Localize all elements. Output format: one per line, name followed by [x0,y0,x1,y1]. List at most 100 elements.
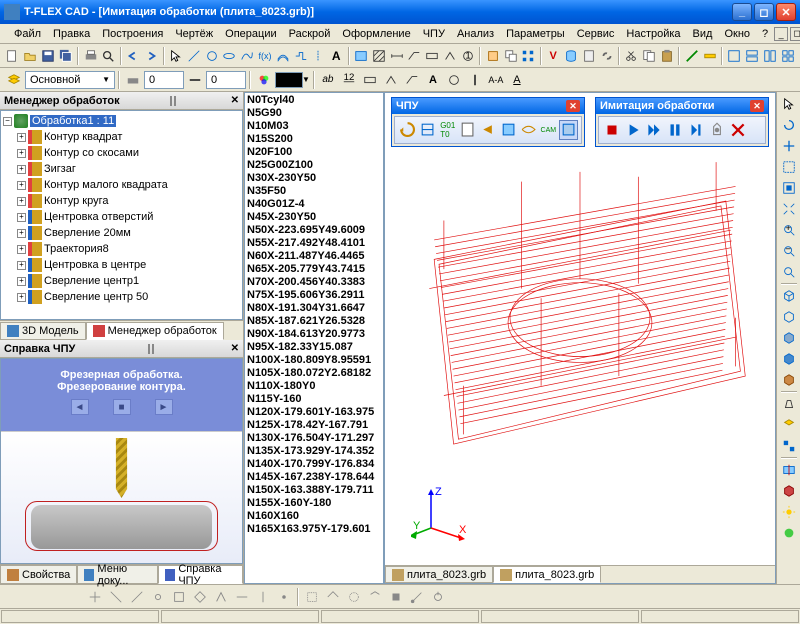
gcode-line[interactable]: N135X-173.929Y-174.352 [247,445,381,458]
st-2[interactable] [106,587,126,607]
gcode-line[interactable]: N40G01Z-4 [247,198,381,211]
gcode-line[interactable]: N145X-167.238Y-178.644 [247,471,381,484]
gcode-line[interactable]: N155X-160Y-180 [247,497,381,510]
tree-item[interactable]: +Центровка отверстий [3,209,240,225]
tree-item[interactable]: +Центровка в центре [3,257,240,273]
cnc-btn-5[interactable] [478,120,497,140]
link-button[interactable] [598,46,615,66]
expand-icon[interactable]: + [17,245,26,254]
expand-icon[interactable]: + [17,165,26,174]
note-button[interactable] [406,46,423,66]
tab-docmenu[interactable]: Меню доку... [77,565,158,584]
save-button[interactable] [40,46,57,66]
preview-button[interactable] [100,46,117,66]
text2-style[interactable]: A [423,70,443,90]
menu-edit[interactable]: Правка [47,26,96,42]
gcode-line[interactable]: N80X-191.304Y31.6647 [247,302,381,315]
sim-toolbar-close[interactable]: ✕ [750,100,764,112]
tree-item[interactable]: +Сверление 20мм [3,225,240,241]
image-button[interactable] [353,46,370,66]
machining-tree[interactable]: − Обработка1 : 11 +Контур квадрат+Контур… [0,110,243,320]
sim-pause[interactable] [665,120,685,140]
gcode-line[interactable]: N150X-163.388Y-179.711 [247,484,381,497]
maximize-button[interactable]: ◻ [754,3,774,21]
gcode-line[interactable]: N20F100 [247,146,381,159]
menu-service[interactable]: Сервис [571,26,621,42]
st-5[interactable] [169,587,189,607]
linetype-button[interactable] [185,70,205,90]
cursor-button[interactable] [168,46,185,66]
st-12[interactable] [323,587,343,607]
st-3[interactable] [127,587,147,607]
menu-constructions[interactable]: Построения [96,26,169,42]
sec-style[interactable]: A-A [486,70,506,90]
copy2-tool[interactable] [641,46,658,66]
menu-parameters[interactable]: Параметры [500,26,571,42]
gcode-line[interactable]: N10M03 [247,120,381,133]
rt-select[interactable] [779,94,799,114]
rt-render[interactable] [779,349,799,369]
tol-button[interactable] [424,46,441,66]
simulation-toolbar[interactable]: Имитация обработки✕ [595,97,769,147]
close-button[interactable]: ✕ [776,3,796,21]
expand-icon[interactable]: + [17,181,26,190]
expand-icon[interactable]: + [17,229,26,238]
rt-mat[interactable] [779,523,799,543]
st-4[interactable] [148,587,168,607]
ord-button[interactable]: 1 [460,46,477,66]
expand-icon[interactable]: + [17,277,26,286]
sim-tool[interactable] [707,120,727,140]
dim-style[interactable]: 12 [339,70,359,90]
tree-item[interactable]: +Зигзаг [3,161,240,177]
print-button[interactable] [82,46,99,66]
cnc-btn-2[interactable] [418,120,437,140]
gcode-line[interactable]: N95X-182.33Y15.087 [247,341,381,354]
hatch-button[interactable] [370,46,387,66]
gcode-line[interactable]: N55X-217.492Y48.4101 [247,237,381,250]
frag-button[interactable] [484,46,501,66]
gcode-line[interactable]: N30X-230Y50 [247,172,381,185]
rt-light[interactable] [779,502,799,522]
expand-icon[interactable]: + [17,293,26,302]
gcode-line[interactable]: N160X160 [247,510,381,523]
st-6[interactable] [190,587,210,607]
rt-iso[interactable] [779,415,799,435]
line-button[interactable] [185,46,202,66]
rt-section[interactable] [779,460,799,480]
gcode-line[interactable]: N110X-180Y0 [247,380,381,393]
st-16[interactable] [407,587,427,607]
expand-icon[interactable]: + [17,197,26,206]
gcode-line[interactable]: N25G00Z100 [247,159,381,172]
st-8[interactable] [232,587,252,607]
rough-style[interactable] [381,70,401,90]
gcode-line[interactable]: N120X-179.601Y-163.975 [247,406,381,419]
cnc-toolbar[interactable]: ЧПУ✕ G01T0 CAM [391,97,585,147]
sim-ff[interactable] [644,120,664,140]
file-tab-1[interactable]: плита_8023.grb [385,566,493,583]
gcode-line[interactable]: N125X-178.42Y-167.791 [247,419,381,432]
gcode-line[interactable]: N90X-184.613Y20.9773 [247,328,381,341]
menu-window[interactable]: Окно [718,26,756,42]
gcode-line[interactable]: N85X-187.621Y26.5328 [247,315,381,328]
cnc-toolbar-close[interactable]: ✕ [566,100,580,112]
meas1-tool[interactable] [683,46,700,66]
meas2-tool[interactable] [701,46,718,66]
tab-properties[interactable]: Свойства [0,565,77,584]
sim-cancel[interactable] [728,120,748,140]
color-swatch[interactable] [275,72,303,88]
gcode-line[interactable]: N115Y-160 [247,393,381,406]
expand-icon[interactable]: − [3,117,12,126]
expand-icon[interactable]: + [17,213,26,222]
cnc-btn-7[interactable] [519,120,538,140]
gcode-line[interactable]: N65X-205.779Y43.7415 [247,263,381,276]
sim-stop[interactable] [602,120,622,140]
help-close[interactable]: ✕ [231,343,239,354]
tab-cnchelp[interactable]: Справка ЧПУ [158,565,243,584]
rt-zoomsel[interactable] [779,262,799,282]
rt-views[interactable] [779,436,799,456]
tree-root[interactable]: − Обработка1 : 11 [3,113,240,129]
menu-analysis[interactable]: Анализ [451,26,500,42]
menu-settings[interactable]: Настройка [620,26,686,42]
help-next[interactable]: ► [155,399,173,415]
tree-item[interactable]: +Сверление центр 50 [3,289,240,305]
